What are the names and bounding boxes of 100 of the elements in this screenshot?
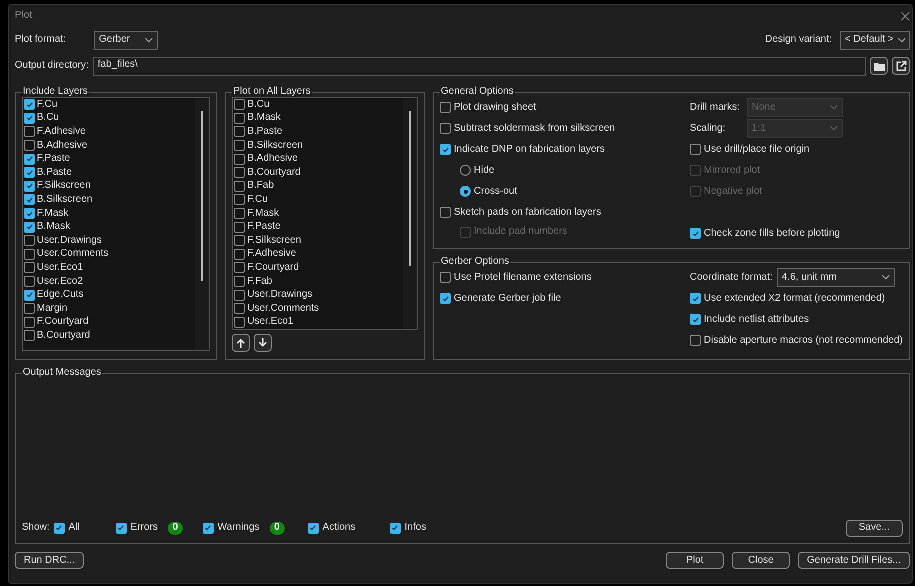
checkbox-label: F.Mask bbox=[247, 208, 280, 220]
field-label: Drill marks: bbox=[690, 102, 742, 114]
checkbox[interactable] bbox=[440, 123, 452, 134]
checkbox[interactable] bbox=[116, 522, 127, 534]
checkbox[interactable] bbox=[234, 140, 246, 152]
dialog-button[interactable]: Close bbox=[732, 552, 790, 569]
checkbox-label: Edge.Cuts bbox=[37, 289, 84, 302]
field-label: Plot format: bbox=[15, 34, 66, 46]
save-button[interactable]: Save... bbox=[846, 520, 903, 536]
run-drc-button[interactable]: Run DRC... bbox=[15, 552, 84, 569]
checkbox-label: B.Adhesive bbox=[37, 140, 88, 152]
checkbox[interactable] bbox=[234, 276, 246, 288]
checkbox[interactable] bbox=[202, 522, 214, 534]
checkbox[interactable] bbox=[690, 314, 702, 325]
checkbox[interactable] bbox=[24, 99, 35, 110]
checkbox[interactable] bbox=[234, 222, 246, 233]
checkbox-label: Disable aperture macros (not recommended) bbox=[704, 334, 903, 346]
checkbox-label: User.Eco1 bbox=[247, 316, 294, 328]
caret-icon bbox=[882, 275, 890, 280]
checkbox[interactable] bbox=[440, 102, 452, 113]
radio-button[interactable] bbox=[460, 165, 472, 176]
checkbox[interactable] bbox=[24, 208, 35, 220]
checkbox-label: B.Cu bbox=[37, 112, 60, 124]
move-up-button[interactable] bbox=[232, 334, 250, 352]
checkbox[interactable] bbox=[234, 99, 246, 110]
dropdown[interactable]: 4.6, unit mm bbox=[777, 268, 896, 287]
checkbox[interactable] bbox=[440, 293, 452, 304]
checkbox[interactable] bbox=[440, 272, 452, 283]
field-label: Scaling: bbox=[690, 122, 727, 134]
checkbox[interactable] bbox=[234, 126, 246, 138]
checkbox[interactable] bbox=[234, 154, 246, 165]
checkbox-label: Infos bbox=[404, 522, 426, 534]
checkbox[interactable] bbox=[24, 140, 35, 152]
checkbox[interactable] bbox=[24, 126, 35, 138]
checkbox-label: F.Adhesive bbox=[247, 248, 296, 260]
checkbox-label: F.Fab bbox=[247, 276, 272, 288]
checkbox[interactable] bbox=[234, 112, 246, 124]
close-icon[interactable] bbox=[901, 12, 910, 20]
checkbox-label: F.Cu bbox=[37, 98, 58, 111]
group-title: Include Layers bbox=[22, 87, 90, 97]
checkbox[interactable] bbox=[54, 522, 65, 534]
checkbox[interactable] bbox=[690, 335, 702, 346]
dropdown[interactable]: < Default > bbox=[840, 30, 910, 50]
checkbox[interactable] bbox=[24, 316, 35, 328]
checkbox[interactable] bbox=[24, 112, 35, 124]
checkbox[interactable] bbox=[440, 144, 452, 155]
checkbox[interactable] bbox=[234, 262, 246, 274]
checkbox[interactable] bbox=[690, 144, 702, 155]
field-label: Coordinate format: bbox=[690, 272, 774, 284]
checkbox-label: Use Protel filename extensions bbox=[454, 272, 592, 284]
checkbox[interactable] bbox=[24, 303, 35, 314]
checkbox-label: B.Silkscreen bbox=[247, 140, 304, 152]
checkbox[interactable] bbox=[24, 222, 35, 233]
checkbox-label: F.Mask bbox=[37, 208, 69, 220]
dialog-button[interactable]: Generate Drill Files... bbox=[798, 552, 910, 569]
checkbox[interactable] bbox=[308, 522, 319, 534]
checkbox[interactable] bbox=[390, 522, 401, 534]
radio-label: Cross-out bbox=[474, 186, 518, 198]
checkbox-label: F.Courtyard bbox=[37, 316, 89, 328]
checkbox[interactable] bbox=[24, 194, 35, 206]
checkbox-label: F.Silkscreen bbox=[37, 180, 91, 192]
checkbox[interactable] bbox=[24, 262, 35, 274]
group-title: Plot on All Layers bbox=[232, 87, 312, 97]
show-label: Show: bbox=[22, 522, 50, 534]
checkbox[interactable] bbox=[24, 330, 35, 342]
checkbox[interactable] bbox=[690, 293, 702, 304]
checkbox[interactable] bbox=[234, 208, 246, 220]
checkbox[interactable] bbox=[234, 235, 246, 246]
checkbox[interactable] bbox=[440, 207, 452, 218]
arrow-up-icon bbox=[236, 338, 246, 348]
folder-icon[interactable] bbox=[870, 57, 888, 75]
checkbox-label: Plot drawing sheet bbox=[454, 102, 536, 114]
checkbox-label: Mirrored plot bbox=[704, 164, 760, 176]
checkbox[interactable] bbox=[24, 167, 35, 178]
checkbox[interactable] bbox=[234, 248, 246, 260]
checkbox-label: Actions bbox=[322, 522, 356, 534]
checkbox[interactable] bbox=[234, 316, 246, 328]
checkbox[interactable] bbox=[24, 290, 35, 301]
checkbox-label: B.Paste bbox=[37, 166, 72, 179]
checkbox[interactable] bbox=[24, 248, 35, 260]
dropdown[interactable]: Gerber bbox=[94, 30, 158, 50]
checkbox[interactable] bbox=[234, 167, 246, 178]
move-down-button[interactable] bbox=[254, 334, 272, 352]
checkbox[interactable] bbox=[24, 276, 35, 288]
checkbox-label: B.Courtyard bbox=[37, 330, 90, 342]
window-title: Plot bbox=[15, 10, 32, 22]
checkbox[interactable] bbox=[24, 154, 35, 165]
checkbox[interactable] bbox=[234, 180, 246, 192]
field-label: Design variant: bbox=[765, 34, 832, 46]
checkbox[interactable] bbox=[24, 235, 35, 246]
external-link-icon[interactable] bbox=[892, 57, 910, 75]
radio-button[interactable] bbox=[460, 186, 472, 197]
output-directory-field[interactable]: fab_files\ bbox=[92, 56, 866, 76]
checkbox[interactable] bbox=[690, 228, 702, 239]
radio-label: Hide bbox=[474, 164, 495, 176]
dialog-button[interactable]: Plot bbox=[666, 552, 724, 569]
checkbox[interactable] bbox=[234, 290, 246, 301]
checkbox[interactable] bbox=[234, 303, 246, 314]
checkbox[interactable] bbox=[24, 180, 35, 192]
checkbox[interactable] bbox=[234, 194, 246, 206]
